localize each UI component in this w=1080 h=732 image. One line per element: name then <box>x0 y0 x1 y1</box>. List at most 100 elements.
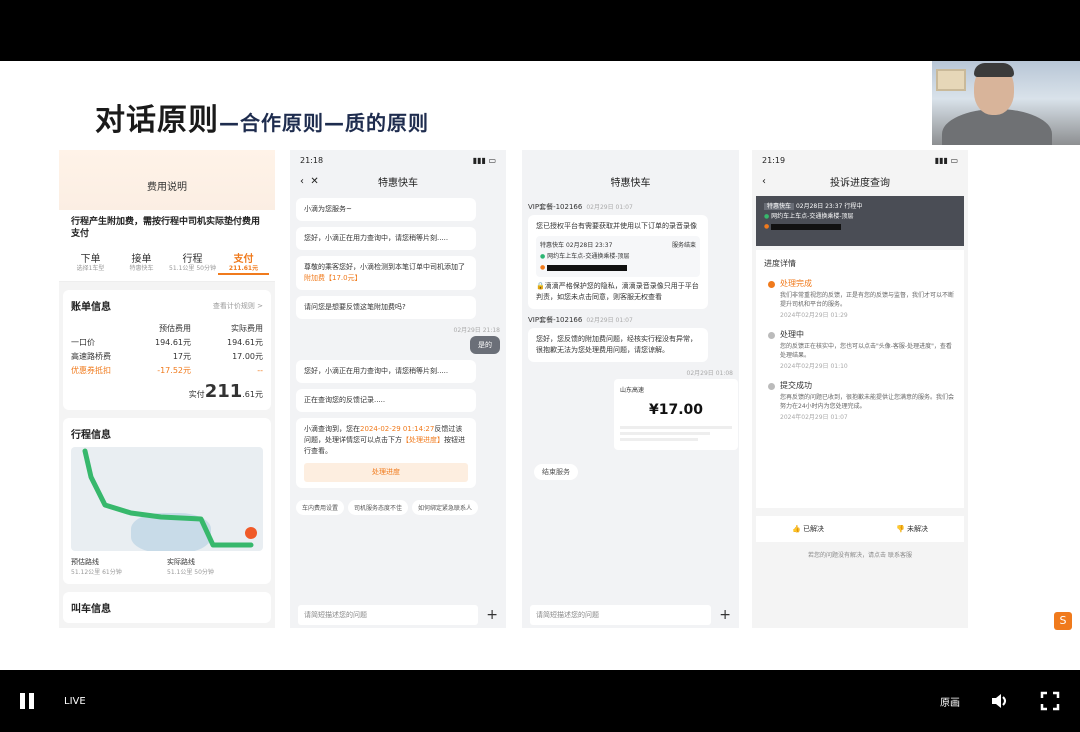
order-summary: 特惠快车 02月28日 23:37 行程中 ● 网约车上车点-交通换乘楼-顶层 … <box>756 196 964 246</box>
screenshot-chat-1: 21:18 ▮▮▮ ▭ ‹ ✕ 特惠快车 小滴为您服务~ 您好，小滴正在用力查询中… <box>290 150 506 628</box>
live-player: 对话原则—合作原则—质的原则 费用说明 行程产生附加费，需按行程中司机实际垫付费… <box>0 0 1080 732</box>
plus-icon[interactable]: + <box>719 607 731 623</box>
thumb-down-icon: 👎 <box>896 525 905 533</box>
check-dot-icon <box>768 281 775 288</box>
volume-icon[interactable] <box>990 691 1010 711</box>
thumb-up-icon: 👍 <box>792 525 801 533</box>
presenter-hair <box>974 63 1014 77</box>
title-main: 对话原则 <box>95 103 219 138</box>
end-service-button[interactable]: 结束服务 <box>534 464 578 480</box>
pending-dot-icon <box>768 332 775 339</box>
chat-nav: ‹ ✕ 特惠快车 <box>290 170 506 192</box>
bill-row: 高速路桥费 17元 17.00元 <box>71 351 263 361</box>
battery-icon: ▮▮▮ ▭ <box>934 155 958 165</box>
chat-input-bar: 请简短描述您的问题 + <box>290 602 506 628</box>
bot-message: 小滴查询到，您在2024-02-29 01:14:27反馈过该问题，处理详情您可… <box>296 418 476 488</box>
order-card[interactable]: 特惠快车 02月28日 23:37 服务结束 ● 网约车上车点-交通换乘楼-顶层… <box>536 236 700 277</box>
trip-title: 行程信息 <box>71 430 111 441</box>
pending-dot-icon <box>768 383 775 390</box>
contact-support-link[interactable]: 若您的问题没有解决，请点击 联系客服 <box>752 550 968 559</box>
chat-input-bar: 请简短描述您的问题 + <box>522 602 739 628</box>
quick-replies: 车内费用设置 司机服务态度不佳 如何绑定紧急联系人 <box>290 500 506 515</box>
quality-selector[interactable]: 原画 <box>940 694 960 709</box>
plus-icon[interactable]: + <box>486 607 498 623</box>
battery-icon: ▮▮▮ ▭ <box>472 155 496 165</box>
status-bar: 21:18 ▮▮▮ ▭ <box>300 155 496 165</box>
pricing-rules-link[interactable]: 查看计价规则 > <box>213 301 263 311</box>
brand-logo-icon: S <box>1054 612 1072 630</box>
step-pay: 支付 211.61元 <box>218 250 269 275</box>
bill-table: 预估费用 实际费用 一口价 194.61元 194.61元 高速路桥费 17元 17.00… <box>71 321 263 377</box>
player-controls: LIVE 原画 <box>0 670 1080 732</box>
bot-message: 请问您是想要反馈这笔附加费吗? <box>296 296 476 319</box>
slide-title: 对话原则—合作原则—质的原则 <box>95 95 429 139</box>
bot-message: 您好，小滴正在用力查询中，请您稍等片刻..... <box>296 227 476 250</box>
chat-messages: 小滴为您服务~ 您好，小滴正在用力查询中，请您稍等片刻..... 尊敬的乘客您好… <box>290 192 506 500</box>
route-map[interactable] <box>71 447 263 551</box>
bot-message: 尊敬的乘客您好，小滴检测到本笔订单中司机添加了附加费【17.0元】 <box>296 256 476 290</box>
title-sub: —合作原则—质的原则 <box>219 111 429 135</box>
bot-message: 正在查询您的反馈记录..... <box>296 389 476 412</box>
call-card: 叫车信息 <box>63 592 271 623</box>
chat-messages: VIP套餐-102166 02月29日 01:07 您已授权平台有需要获取并使用以… <box>522 192 739 486</box>
step-trip: 行程 51.1公里 50分钟 <box>169 254 216 272</box>
progress-item: 提交成功 您再反馈的问题已收到，很抱歉未能提供让您满意的服务。我们会努力在24小… <box>764 381 956 422</box>
bill-row: 优惠券抵扣 -17.52元 -- <box>71 365 263 375</box>
back-icon[interactable]: ‹ <box>762 176 766 187</box>
fullscreen-icon[interactable] <box>1040 691 1060 711</box>
chat-nav: 特惠快车 <box>522 170 739 192</box>
user-message: 是的 <box>470 336 500 354</box>
screenshot-complaint-progress: 21:19 ▮▮▮ ▭ ‹ 投诉进度查询 特惠快车 02月28日 23:37 行程… <box>752 150 968 628</box>
trip-card: 行程信息 预估路线 51.12公里 61分钟 实际路线 51.1公里 50分钟 <box>63 418 271 584</box>
paid-total: 实付211.61元 <box>188 381 263 402</box>
status-bar: 21:19 ▮▮▮ ▭ <box>762 155 958 165</box>
progress-button[interactable]: 处理进度 <box>304 463 468 482</box>
agent-label: VIP套餐-102166 02月29日 01:07 <box>528 203 633 211</box>
screenshot-chat-2: 特惠快车 VIP套餐-102166 02月29日 01:07 您已授权平台有需要获… <box>522 150 739 628</box>
bot-message: 您好，小滴正在用力查询中，请您稍等片刻..... <box>296 360 476 383</box>
bill-card: 账单信息 查看计价规则 > 预估费用 实际费用 一口价 194.61元 194.61元 … <box>63 290 271 410</box>
progress-title: 投诉进度查询 <box>830 177 890 189</box>
progress-item: 处理完成 我们非常重视您的反馈，正是有您的反馈与监督，我们才可以不断提升司机和平… <box>764 279 956 320</box>
webcam-feed <box>932 61 1080 145</box>
redacted-address <box>547 264 628 271</box>
redacted-address <box>771 223 842 230</box>
agent-label: VIP套餐-102166 02月29日 01:07 <box>528 316 633 324</box>
fee-header: 费用说明 <box>59 150 275 210</box>
agent-message: 您已授权平台有需要获取并使用以下订单的录音录像 特惠快车 02月28日 23:3… <box>528 215 708 309</box>
agent-message: 您好，您反馈的附加费问题，经核实行程没有异常，很抱歉无法为您处理费用问题，请您谅… <box>528 328 708 362</box>
step-accept: 接单 特惠快车 <box>129 254 154 272</box>
message-time: 02月29日 21:18 <box>453 327 500 334</box>
progress-nav: ‹ 投诉进度查询 <box>752 170 968 192</box>
feedback-buttons: 👍 已解决 👎 未解决 <box>756 516 964 542</box>
quick-reply[interactable]: 司机服务态度不佳 <box>348 500 409 515</box>
step-order: 下单 选择1车型 <box>76 254 105 272</box>
quick-reply[interactable]: 车内费用设置 <box>296 500 345 515</box>
fee-note: 行程产生附加费，需按行程中司机实际垫付费用支付 <box>59 210 275 246</box>
solved-button[interactable]: 👍 已解决 <box>756 516 860 542</box>
chat-title: 特惠快车 <box>378 177 418 189</box>
unsolved-button[interactable]: 👎 未解决 <box>860 516 964 542</box>
call-title: 叫车信息 <box>71 604 111 615</box>
slide: 对话原则—合作原则—质的原则 费用说明 行程产生附加费，需按行程中司机实际垫付费… <box>0 61 1080 670</box>
screenshot-fee-details: 费用说明 行程产生附加费，需按行程中司机实际垫付费用支付 下单 选择1车型 接单特… <box>59 150 275 628</box>
bot-message: 小滴为您服务~ <box>296 198 476 221</box>
route-summary: 预估路线 51.12公里 61分钟 实际路线 51.1公里 50分钟 <box>71 558 214 576</box>
wall-picture <box>936 69 966 91</box>
section-title: 进度详情 <box>764 259 796 268</box>
pause-icon[interactable] <box>20 693 34 709</box>
route-line <box>82 448 257 548</box>
quick-reply[interactable]: 如何绑定紧急联系人 <box>412 500 479 515</box>
bill-title: 账单信息 <box>71 302 111 313</box>
destination-marker-icon <box>245 527 257 539</box>
lock-icon: 🔒 <box>536 282 545 290</box>
bill-row: 一口价 194.61元 194.61元 <box>71 337 263 347</box>
chat-input[interactable]: 请简短描述您的问题 <box>530 605 712 625</box>
progress-details: 进度详情 处理完成 我们非常重视您的反馈，正是有您的反馈与监督，我们才可以不断提… <box>756 250 964 508</box>
chat-input[interactable]: 请简短描述您的问题 <box>298 605 479 625</box>
toll-receipt-image[interactable]: 山东高速 ¥17.00 <box>614 379 738 450</box>
live-indicator: LIVE <box>64 695 86 707</box>
message-time: 02月29日 01:08 <box>686 370 733 377</box>
chat-title: 特惠快车 <box>610 177 651 189</box>
back-close-icon[interactable]: ‹ ✕ <box>300 176 319 187</box>
